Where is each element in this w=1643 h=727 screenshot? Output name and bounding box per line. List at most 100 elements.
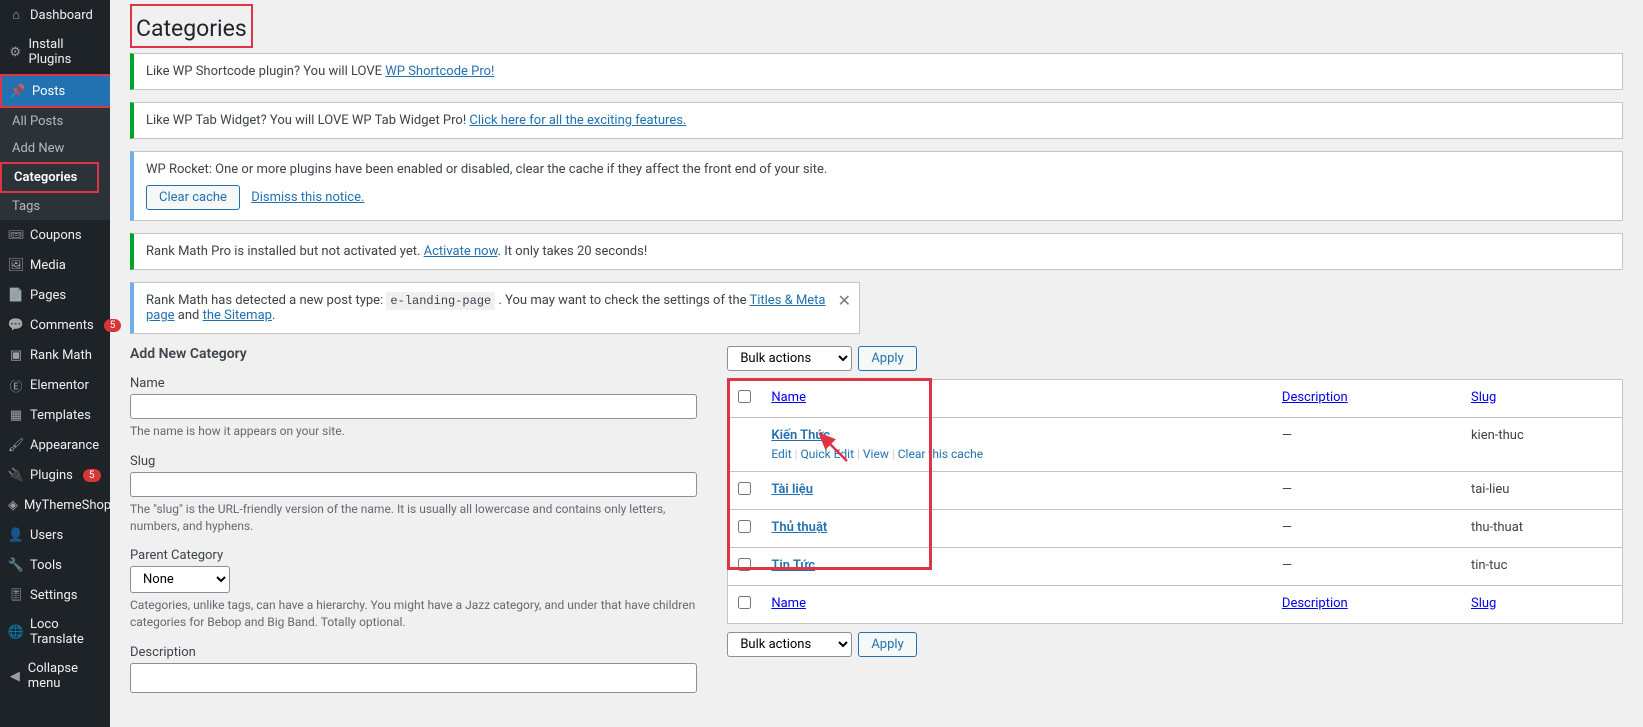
form-heading: Add New Category xyxy=(130,346,697,362)
view-link[interactable]: View xyxy=(863,447,889,461)
menu-appearance[interactable]: 🖌Appearance xyxy=(0,430,110,460)
name-description: The name is how it appears on your site. xyxy=(130,423,697,440)
col-description[interactable]: Description xyxy=(1272,380,1461,418)
col-name-footer[interactable]: Name xyxy=(761,586,1272,624)
notice-tab-widget: Like WP Tab Widget? You will LOVE WP Tab… xyxy=(130,102,1623,139)
dismiss-notice-link[interactable]: Dismiss this notice. xyxy=(251,190,364,205)
menu-label: Posts xyxy=(32,84,65,99)
category-name-link[interactable]: Thủ thuật xyxy=(771,520,827,535)
category-name-link[interactable]: Tin Tức xyxy=(771,558,815,573)
menu-loco-translate[interactable]: 🌐Loco Translate xyxy=(0,610,110,654)
select-all-bottom[interactable] xyxy=(738,596,751,609)
row-checkbox[interactable] xyxy=(738,520,751,533)
activate-now-link[interactable]: Activate now xyxy=(424,244,498,259)
sitemap-link[interactable]: the Sitemap xyxy=(203,308,272,323)
table-row: Thủ thuật — thu-thuat xyxy=(728,510,1623,548)
submenu-all-posts[interactable]: All Posts xyxy=(0,108,110,135)
menu-collapse[interactable]: ◀ Collapse menu xyxy=(0,654,110,698)
admin-sidebar: ⌂Dashboard ⚙Install Plugins 📌 Posts All P… xyxy=(0,0,110,727)
col-slug-footer[interactable]: Slug xyxy=(1461,586,1623,624)
menu-label: Templates xyxy=(30,408,91,423)
menu-label: MyThemeShop xyxy=(24,498,111,513)
menu-label: Media xyxy=(30,258,66,273)
table-row: Kiến Thức Edit Quick Edit View Clear thi… xyxy=(728,418,1623,472)
loco-icon: 🌐 xyxy=(8,624,24,640)
col-slug[interactable]: Slug xyxy=(1461,380,1623,418)
description-input[interactable] xyxy=(130,663,697,693)
notice-link-shortcode[interactable]: WP Shortcode Pro! xyxy=(385,64,494,79)
comment-icon: 💬 xyxy=(8,317,24,333)
menu-plugins[interactable]: 🔌Plugins5 xyxy=(0,460,110,490)
submenu-add-new[interactable]: Add New xyxy=(0,135,110,162)
parent-select[interactable]: None xyxy=(130,566,230,593)
parent-description: Categories, unlike tags, can have a hier… xyxy=(130,597,697,631)
notice-rankmath-posttype: Rank Math has detected a new post type: … xyxy=(130,282,860,334)
clear-cache-link[interactable]: Clear this cache xyxy=(898,447,983,461)
submenu-tags[interactable]: Tags xyxy=(0,193,110,220)
table-row: Tin Tức — tin-tuc xyxy=(728,548,1623,586)
table-row: Tài liệu — tai-lieu xyxy=(728,472,1623,510)
category-slug: kien-thuc xyxy=(1461,418,1623,472)
menu-install-plugins[interactable]: ⚙Install Plugins xyxy=(0,30,110,74)
slug-input[interactable] xyxy=(130,472,697,497)
elementor-icon: Ⓔ xyxy=(8,377,24,393)
pin-icon: 📌 xyxy=(10,83,26,99)
menu-settings[interactable]: 🎚Settings xyxy=(0,580,110,610)
notice-text: . It only takes 20 seconds! xyxy=(498,244,648,259)
menu-mythemeshop[interactable]: ◈ MyThemeShop xyxy=(0,490,110,520)
apply-button-top[interactable]: Apply xyxy=(858,346,916,371)
col-name[interactable]: Name xyxy=(761,380,1272,418)
name-input[interactable] xyxy=(130,394,697,419)
notice-shortcode: Like WP Shortcode plugin? You will LOVE … xyxy=(130,53,1623,90)
menu-label: Collapse menu xyxy=(28,661,102,691)
notice-text: . xyxy=(272,308,275,323)
slug-label: Slug xyxy=(130,454,697,469)
menu-coupons[interactable]: 🎟Coupons xyxy=(0,220,110,250)
menu-comments[interactable]: 💬Comments5 xyxy=(0,310,110,340)
plug-icon: 🔌 xyxy=(8,467,24,483)
menu-media[interactable]: 🖼Media xyxy=(0,250,110,280)
submenu-categories[interactable]: Categories xyxy=(2,164,97,191)
add-category-form: Add New Category Name The name is how it… xyxy=(130,346,697,707)
category-name-link[interactable]: Tài liệu xyxy=(771,482,813,497)
menu-dashboard[interactable]: ⌂Dashboard xyxy=(0,0,110,30)
menu-elementor[interactable]: ⒺElementor xyxy=(0,370,110,400)
clear-cache-button[interactable]: Clear cache xyxy=(146,185,240,210)
notice-text: Rank Math Pro is installed but not activ… xyxy=(146,244,424,259)
templates-icon: ▦ xyxy=(8,407,24,423)
category-slug: tin-tuc xyxy=(1461,548,1623,586)
plugins-badge: 5 xyxy=(83,469,101,482)
notice-text: Like WP Tab Widget? You will LOVE WP Tab… xyxy=(146,113,469,128)
category-desc: — xyxy=(1272,548,1461,586)
collapse-icon: ◀ xyxy=(8,668,22,684)
notice-text: and xyxy=(175,308,203,323)
row-actions: Edit Quick Edit View Clear this cache xyxy=(771,447,1262,461)
row-checkbox[interactable] xyxy=(738,558,751,571)
description-label: Description xyxy=(130,645,697,660)
row-checkbox[interactable] xyxy=(738,482,751,495)
col-description-footer[interactable]: Description xyxy=(1272,586,1461,624)
bulk-actions-select-top[interactable]: Bulk actions xyxy=(727,346,852,371)
menu-pages[interactable]: 📄Pages xyxy=(0,280,110,310)
theme-icon: ◈ xyxy=(8,497,18,513)
bulk-actions-select-bottom[interactable]: Bulk actions xyxy=(727,632,852,657)
edit-link[interactable]: Edit xyxy=(771,447,791,461)
category-name-link[interactable]: Kiến Thức xyxy=(771,428,830,443)
menu-label: Pages xyxy=(30,288,66,303)
wrench-icon: 🔧 xyxy=(8,557,24,573)
notice-link-tab[interactable]: Click here for all the exciting features… xyxy=(469,113,686,128)
menu-posts[interactable]: 📌 Posts xyxy=(2,76,110,106)
notice-text: Like WP Shortcode plugin? You will LOVE xyxy=(146,64,385,79)
categories-list-panel: Bulk actions Apply Name Description Slug xyxy=(727,346,1623,707)
categories-table: Name Description Slug Kiến Thức Edit Qui… xyxy=(727,379,1623,624)
dismiss-icon[interactable]: ✕ xyxy=(838,291,851,310)
apply-button-bottom[interactable]: Apply xyxy=(858,632,916,657)
menu-templates[interactable]: ▦ Templates xyxy=(0,400,110,430)
select-all-top[interactable] xyxy=(738,390,751,403)
menu-rank-math[interactable]: ▣Rank Math xyxy=(0,340,110,370)
category-slug: thu-thuat xyxy=(1461,510,1623,548)
menu-users[interactable]: 👤Users xyxy=(0,520,110,550)
category-desc: — xyxy=(1272,418,1461,472)
menu-tools[interactable]: 🔧Tools xyxy=(0,550,110,580)
quick-edit-link[interactable]: Quick Edit xyxy=(801,447,854,461)
